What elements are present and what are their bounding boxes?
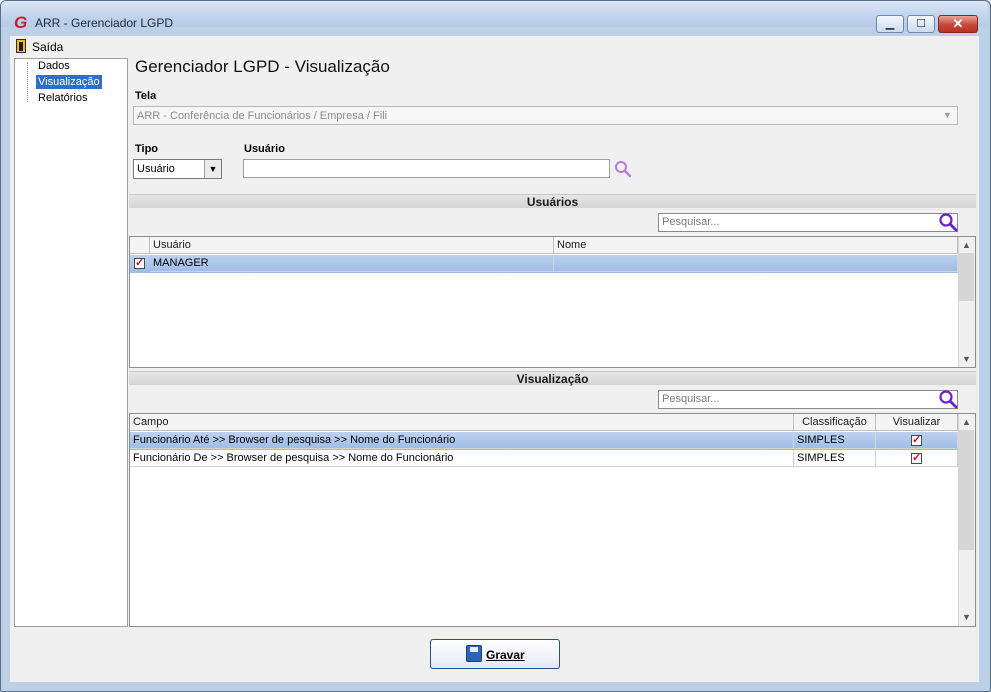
page-title: Gerenciador LGPD - Visualização [135, 57, 390, 76]
visualizacao-search-input[interactable]: Pesquisar... [658, 390, 958, 409]
minimize-icon: ▁ [885, 18, 895, 30]
visualizar-checkbox[interactable] [911, 433, 922, 446]
column-header-campo[interactable]: Campo [130, 414, 794, 431]
visualizacao-section-header: Visualização [129, 371, 976, 386]
cell-classificacao: SIMPLES [794, 432, 876, 449]
tipo-value: Usuário [137, 163, 175, 175]
visualizar-checkbox[interactable] [911, 451, 922, 464]
scroll-down-icon[interactable]: ▼ [959, 610, 974, 624]
chevron-down-icon[interactable]: ▼ [204, 160, 221, 178]
exit-door-icon[interactable] [16, 39, 26, 53]
menu-item-saida[interactable]: Saída [32, 40, 63, 54]
close-button[interactable]: ✕ [938, 15, 978, 33]
cell-usuario: MANAGER [150, 255, 554, 272]
tree-connector-line [27, 62, 28, 102]
chevron-down-icon[interactable]: ▼ [939, 108, 956, 123]
close-icon: ✕ [952, 16, 964, 31]
save-button-label: Gravar [486, 648, 525, 662]
column-header-nome[interactable]: Nome [554, 237, 958, 254]
cell-nome [554, 255, 958, 272]
floppy-disk-icon [466, 645, 482, 662]
tela-value: ARR - Conferência de Funcionários / Empr… [137, 110, 388, 122]
search-icon[interactable] [938, 389, 958, 409]
scroll-up-icon[interactable]: ▲ [959, 415, 974, 429]
menu-bar [10, 36, 979, 55]
column-header-usuario[interactable]: Usuário [150, 237, 554, 254]
tela-label: Tela [135, 90, 157, 102]
minimize-button[interactable]: ▁ [876, 15, 904, 33]
cell-campo: Funcionário Até >> Browser de pesquisa >… [130, 432, 794, 449]
usuario-label: Usuário [244, 143, 285, 155]
tree-item-relatorios[interactable]: Relatórios [36, 91, 90, 105]
usuarios-section-header: Usuários [129, 194, 976, 209]
cell-classificacao: SIMPLES [794, 450, 876, 467]
maximize-icon: ☐ [916, 18, 926, 30]
column-header-visualizar[interactable]: Visualizar [876, 414, 958, 431]
scroll-thumb[interactable] [959, 253, 974, 301]
scroll-down-icon[interactable]: ▼ [959, 352, 974, 366]
usuarios-search-input[interactable]: Pesquisar... [658, 213, 958, 232]
window-title: ARR - Gerenciador LGPD [35, 16, 174, 30]
tree-item-dados[interactable]: Dados [36, 59, 72, 73]
search-icon[interactable] [614, 160, 632, 178]
column-header-classificacao[interactable]: Classificação [794, 414, 876, 431]
cell-campo: Funcionário De >> Browser de pesquisa >>… [130, 450, 794, 467]
row-checkbox[interactable] [134, 256, 145, 269]
tree-item-visualizacao[interactable]: Visualização [36, 75, 102, 89]
scroll-thumb[interactable] [959, 430, 974, 550]
navigation-tree [14, 58, 128, 627]
search-icon[interactable] [938, 212, 958, 232]
app-logo-icon: G [14, 13, 28, 32]
checkbox-column-header [130, 237, 150, 254]
scroll-up-icon[interactable]: ▲ [959, 238, 974, 252]
maximize-button[interactable]: ☐ [907, 15, 935, 33]
tipo-label: Tipo [135, 143, 159, 155]
usuario-input[interactable] [243, 159, 610, 178]
